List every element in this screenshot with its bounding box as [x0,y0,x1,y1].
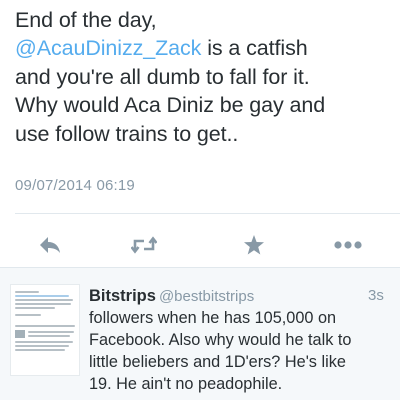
reply-author[interactable]: Bitstrips @bestbitstrips [89,285,389,309]
tweet-text: End of the day, @AcauDinizz_Zack is a ca… [15,6,393,148]
tweet-line-text: is a catfish [201,36,308,61]
tweet-line: and you're all dumb to fall for it. [15,64,310,89]
retweet-icon [131,236,157,254]
tweet-line: use follow trains to get.. [15,121,239,146]
tweet-actions [0,222,400,266]
reply-line: 19. He ain't no peadophile. [89,375,283,393]
reply-arrow-icon [40,237,60,253]
reply-author-name[interactable]: Bitstrips [89,287,156,305]
reply-button[interactable] [30,230,70,260]
retweet-button[interactable] [124,230,164,260]
star-icon [244,235,264,255]
reply-author-handle[interactable]: @bestbitstrips [159,288,254,305]
more-button[interactable] [328,230,368,260]
tweet-screenshot-image[interactable] [10,284,80,376]
more-dots-icon [334,241,362,249]
tweet-line: @AcauDinizz_Zack is a catfish [15,34,393,62]
mention-link[interactable]: @AcauDinizz_Zack [15,36,201,60]
reply-line: little beliebers and 1D'ers? He's like [89,353,346,371]
reply-time: 3s [368,287,384,304]
reply-line: Facebook. Also why would he talk to [89,331,352,349]
divider [15,213,400,214]
reply-text: followers when he has 105,000 on Faceboo… [89,307,394,395]
tweet-line: End of the day, [15,8,157,32]
tweet-line: Why would Aca Diniz be gay and [15,93,326,118]
tweet-timestamp: 09/07/2014 06:19 [15,177,135,194]
reply-line: followers when he has 105,000 on [89,309,337,327]
favorite-button[interactable] [234,230,274,260]
